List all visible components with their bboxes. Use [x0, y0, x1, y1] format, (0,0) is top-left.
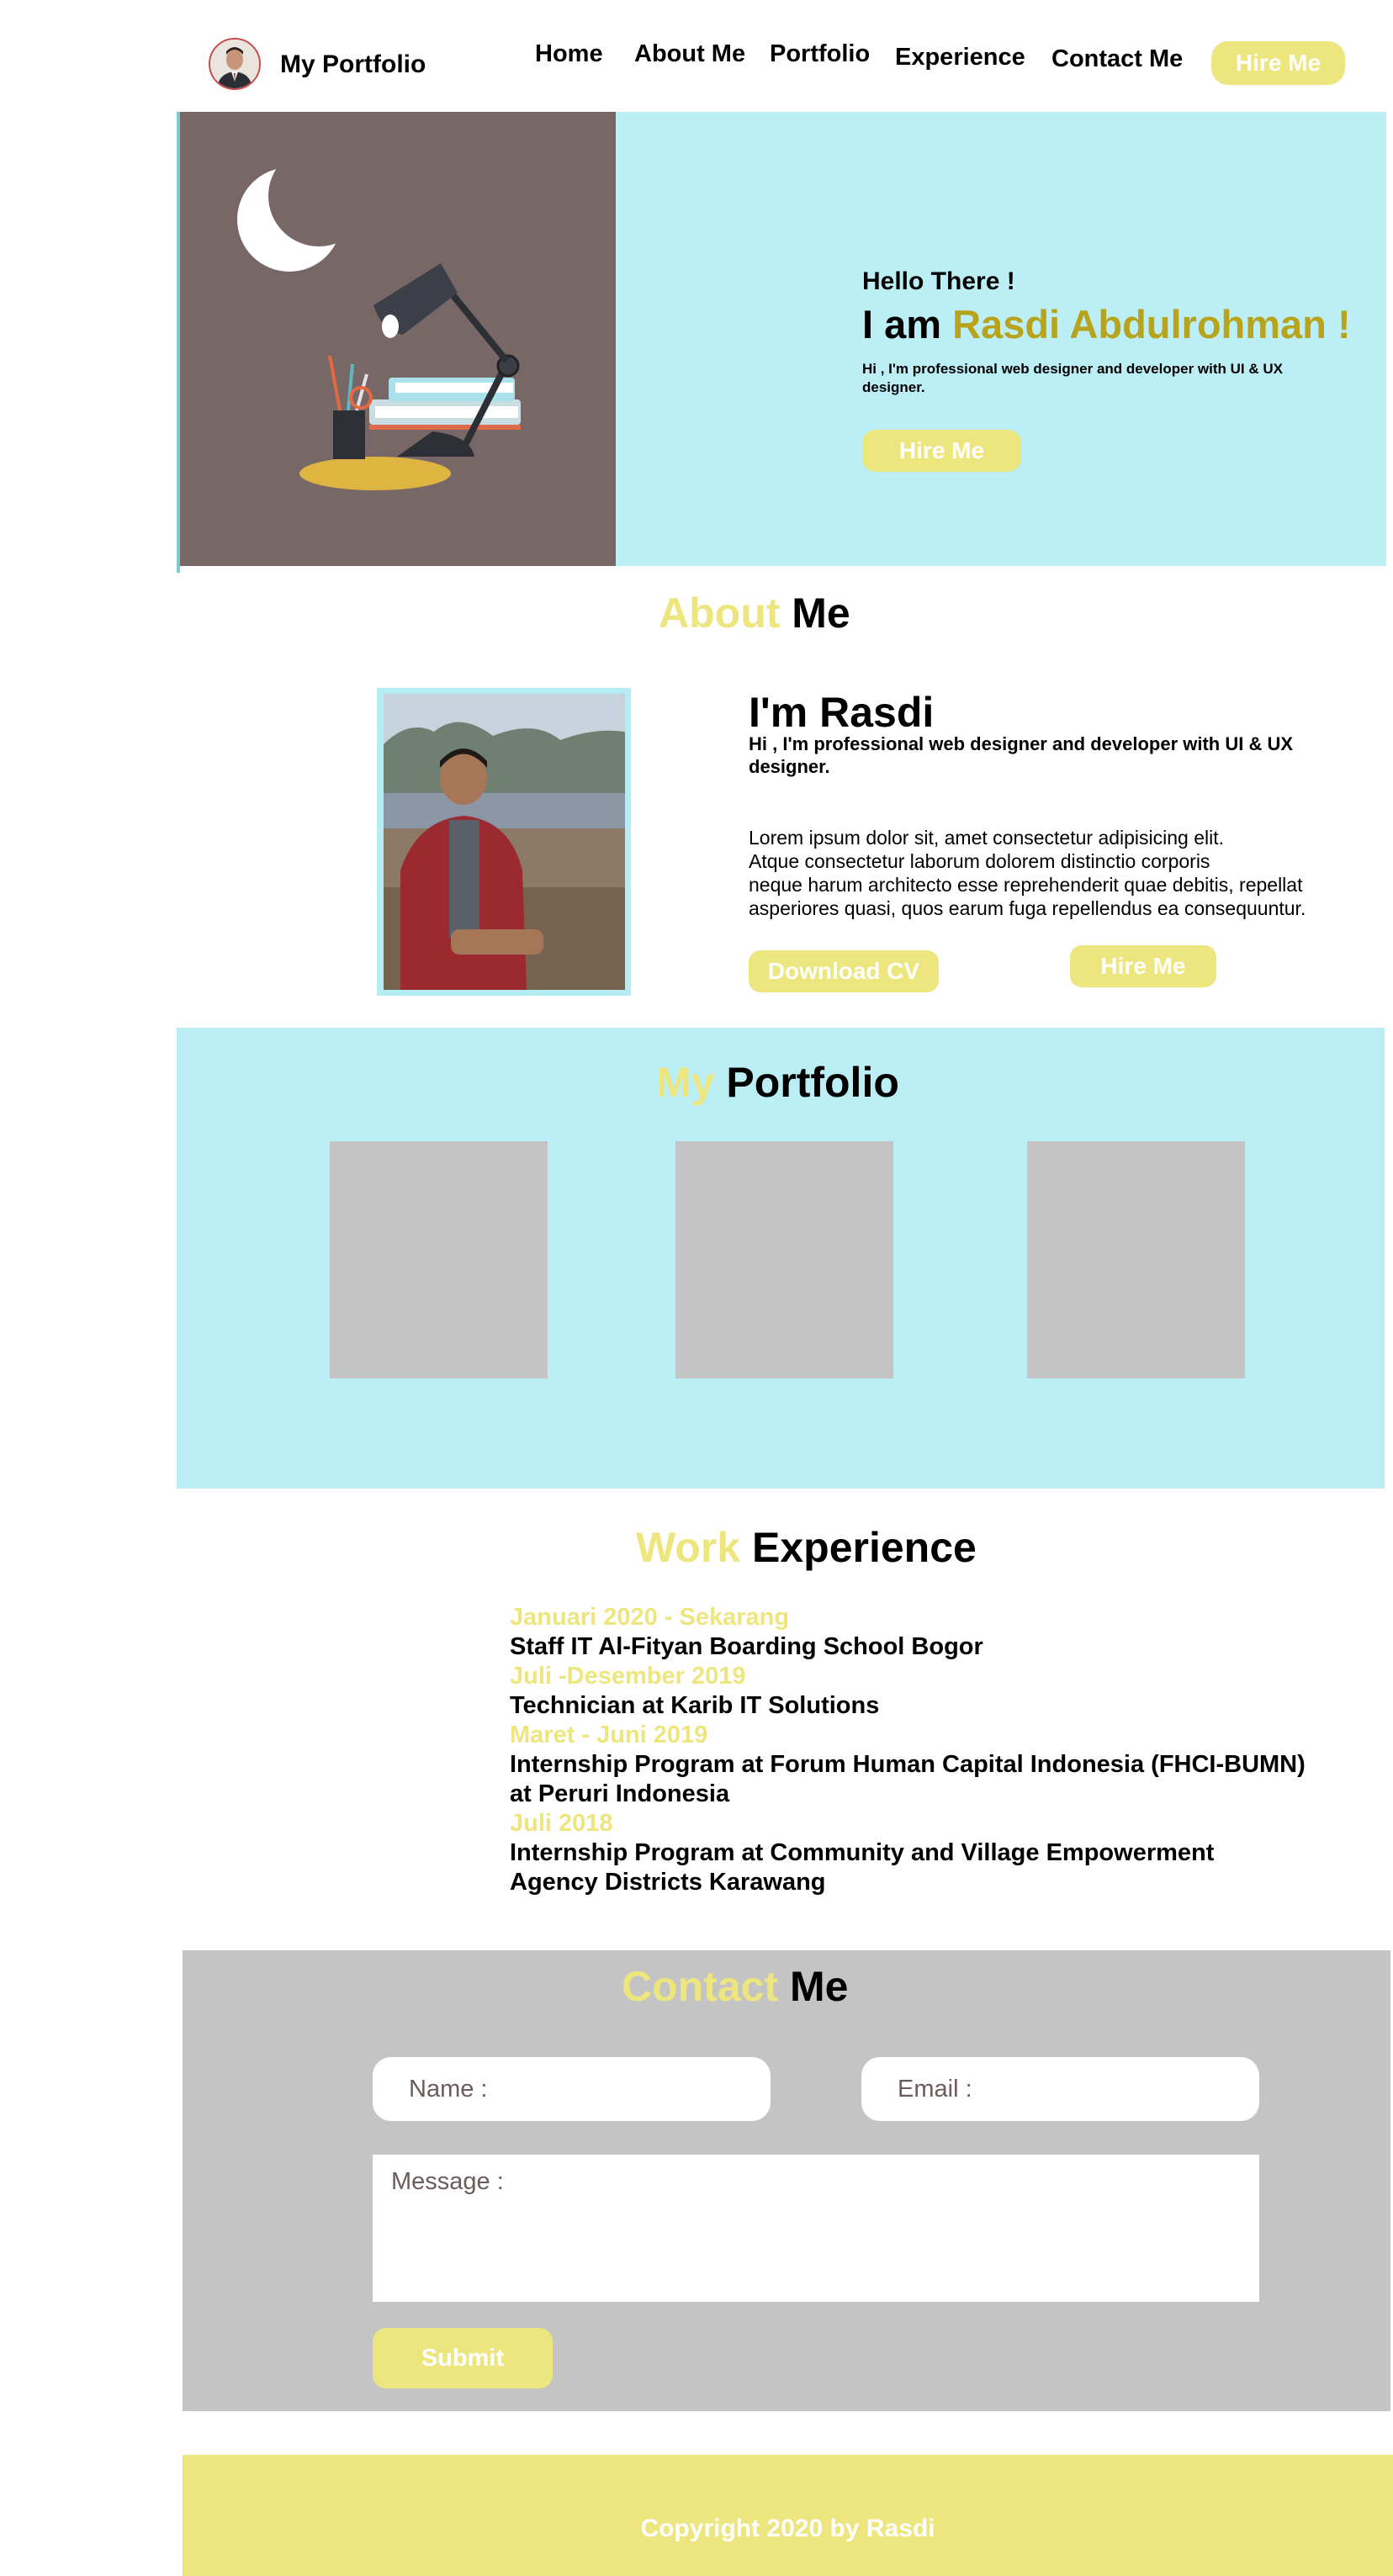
hero-illustration [180, 112, 616, 566]
copyright-text: Copyright 2020 by Rasdi [640, 2515, 935, 2542]
hero-intro: I am [862, 302, 953, 346]
nav-about[interactable]: About Me [634, 40, 745, 68]
nav-experience[interactable]: Experience [895, 44, 1025, 71]
hero-greeting: Hello There ! [862, 267, 1015, 295]
nav-contact[interactable]: Contact Me [1051, 45, 1183, 73]
experience-item: Januari 2020 - Sekarang Staff IT Al-Fity… [510, 1603, 1351, 1662]
portfolio-title: My Portfolio [656, 1058, 899, 1107]
experience-item: Maret - Juni 2019 Internship Program at … [510, 1721, 1351, 1809]
brand-title: My Portfolio [280, 50, 426, 78]
about-title-highlight: About [659, 590, 781, 637]
hero-name: Rasdi Abdulrohman ! [952, 302, 1351, 346]
experience-item: Juli -Desember 2019 Technician at Karib … [510, 1662, 1351, 1721]
message-field[interactable] [373, 2155, 1259, 2302]
hero-hire-button[interactable]: Hire Me [862, 430, 1021, 472]
experience-title-rest: Experience [740, 1524, 977, 1571]
hero-description: Hi , I'm professional web designer and d… [862, 361, 1283, 395]
submit-button[interactable]: Submit [373, 2328, 553, 2388]
experience-list: Januari 2020 - Sekarang Staff IT Al-Fity… [510, 1603, 1351, 1897]
experience-role: Internship Program at Community and Vill… [510, 1839, 1215, 1896]
avatar [209, 38, 261, 90]
portfolio-card[interactable] [1027, 1141, 1245, 1378]
portfolio-card[interactable] [675, 1141, 893, 1378]
nav-hire-button[interactable]: Hire Me [1211, 41, 1345, 85]
nav-portfolio[interactable]: Portfolio [770, 40, 870, 68]
name-field[interactable] [373, 2057, 771, 2121]
about-subheading: Hi , I'm professional web designer and d… [749, 733, 1294, 777]
email-field[interactable] [861, 2057, 1259, 2121]
hero-heading: I am Rasdi Abdulrohman ! [862, 301, 1351, 347]
download-cv-button[interactable]: Download CV [749, 950, 939, 992]
contact-title-highlight: Contact [622, 1963, 779, 2010]
experience-period: Maret - Juni 2019 [510, 1722, 708, 1748]
experience-role: Technician at Karib IT Solutions [510, 1692, 880, 1719]
about-title: About Me [659, 589, 850, 637]
experience-item: Juli 2018 Internship Program at Communit… [510, 1809, 1351, 1897]
experience-period: Januari 2020 - Sekarang [510, 1604, 790, 1631]
portfolio-title-highlight: My [656, 1059, 715, 1106]
contact-title-rest: Me [778, 1963, 849, 2010]
experience-title: Work Experience [636, 1523, 977, 1572]
portfolio-card[interactable] [330, 1141, 548, 1378]
experience-title-highlight: Work [636, 1524, 741, 1571]
profile-photo [384, 694, 625, 990]
contact-title: Contact Me [622, 1962, 848, 2011]
about-heading: I'm Rasdi [749, 689, 935, 736]
experience-period: Juli -Desember 2019 [510, 1663, 746, 1690]
experience-role: Internship Program at Forum Human Capita… [510, 1751, 1306, 1807]
experience-period: Juli 2018 [510, 1810, 613, 1837]
experience-role: Staff IT Al-Fityan Boarding School Bogor [510, 1633, 983, 1660]
about-title-rest: Me [780, 590, 850, 637]
about-body: Lorem ipsum dolor sit, amet consectetur … [749, 827, 1306, 919]
about-hire-button[interactable]: Hire Me [1070, 945, 1216, 987]
moon-icon [237, 145, 369, 272]
nav-home[interactable]: Home [535, 40, 603, 68]
portfolio-title-rest: Portfolio [714, 1059, 899, 1106]
